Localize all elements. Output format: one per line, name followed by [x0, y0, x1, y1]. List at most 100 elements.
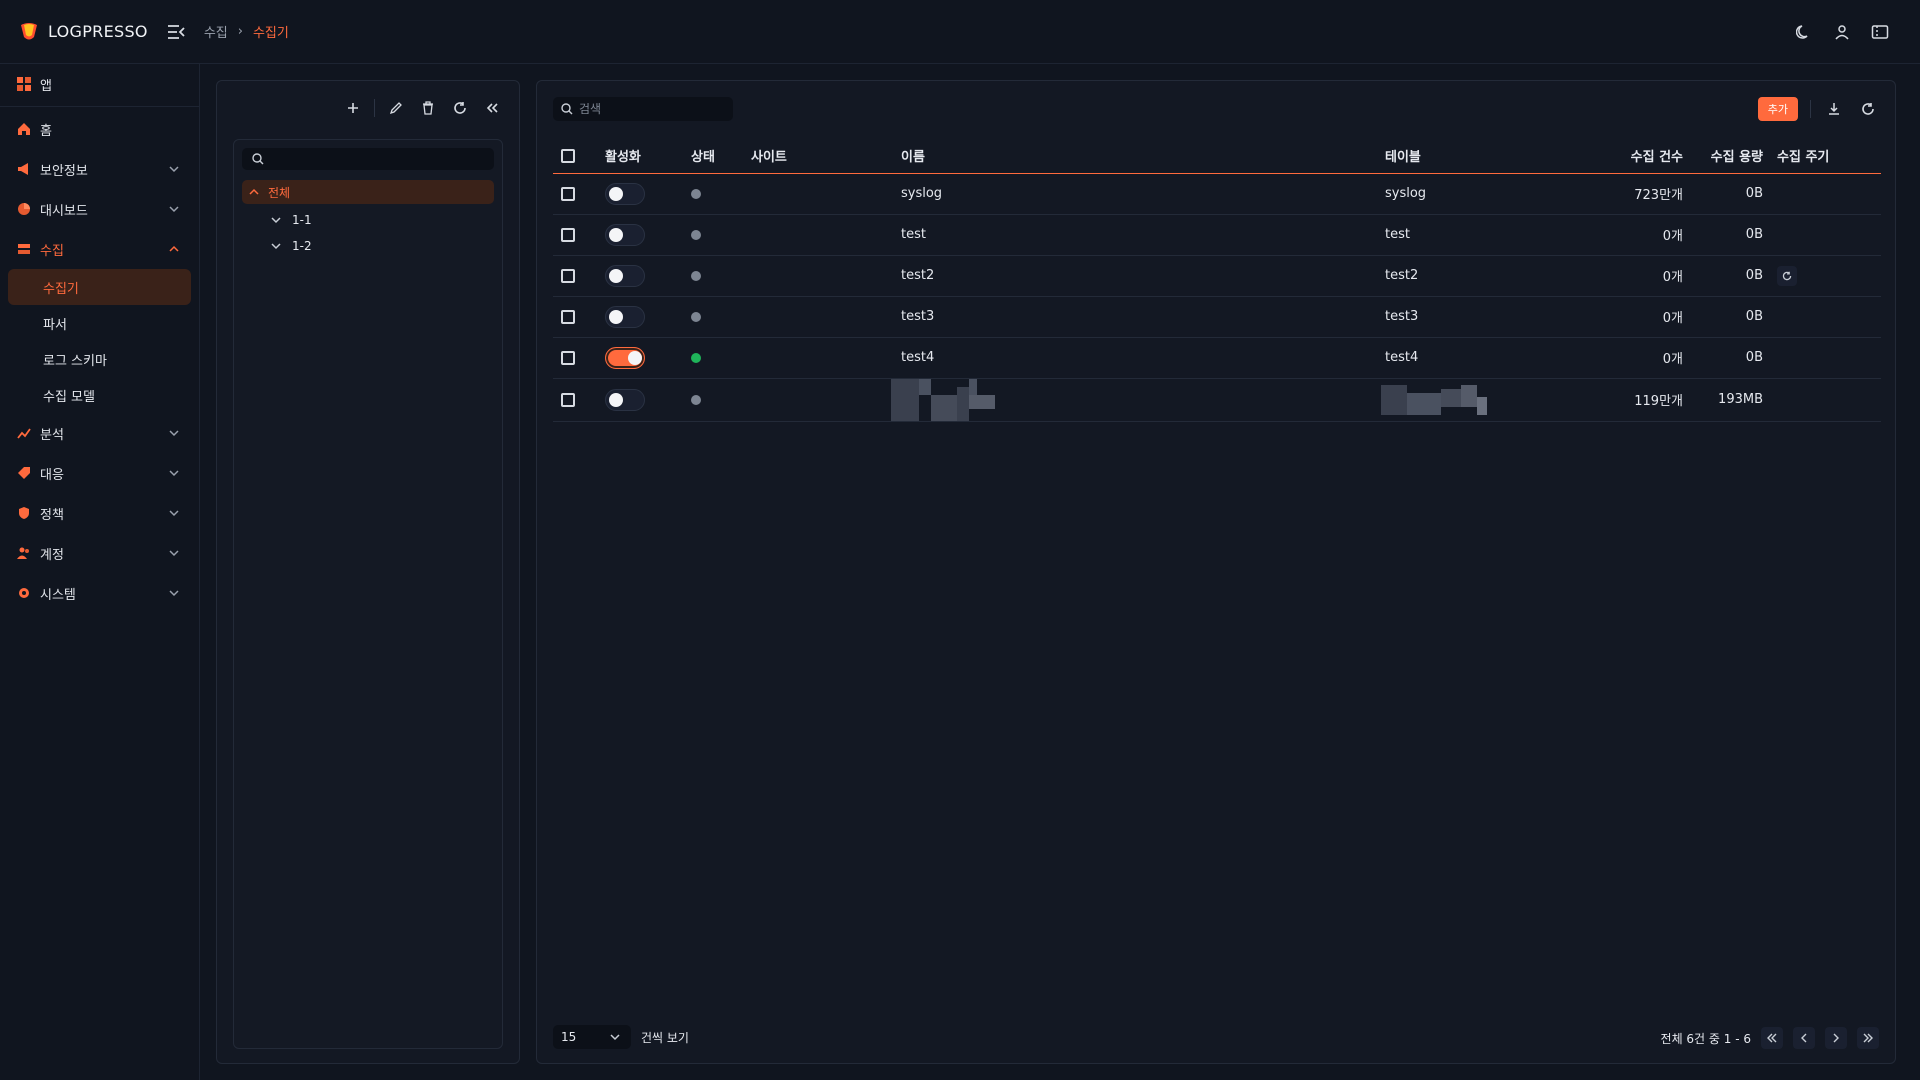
sidebar-subitem-log-schema[interactable]: 로그 스키마	[0, 341, 199, 377]
sidebar-item-account[interactable]: 계정	[0, 533, 199, 573]
site-cell	[751, 378, 901, 421]
page-size-label: 건씩 보기	[641, 1030, 689, 1045]
chevron-up-icon	[167, 242, 181, 256]
table-row[interactable]: test3 test3 0개 0B	[553, 296, 1881, 337]
menu-collapse-icon[interactable]	[166, 22, 186, 42]
sidebar-item-analysis[interactable]: 분석	[0, 413, 199, 453]
column-header-interval[interactable]: 수집 주기	[1763, 139, 1881, 173]
redacted-name	[891, 378, 995, 421]
sidebar-subitem-collector[interactable]: 수집기	[8, 269, 191, 305]
enable-toggle[interactable]	[605, 346, 645, 369]
tree-node-label: 1-1	[292, 213, 312, 227]
edit-icon[interactable]	[385, 97, 407, 119]
table-row[interactable]: test2 test2 0개 0B	[553, 255, 1881, 296]
row-checkbox[interactable]	[561, 392, 575, 407]
search-input[interactable]	[579, 102, 729, 116]
logo-mark-icon	[18, 21, 40, 43]
toolbar-divider	[1810, 100, 1811, 118]
name-cell[interactable]: test2	[901, 255, 1385, 296]
collector-table: 활성화 상태 사이트 이름 테이블 수집 건수 수집 용량 수집 주기 sysl…	[553, 139, 1881, 422]
row-checkbox[interactable]	[561, 309, 575, 324]
chevron-right-icon: ›	[237, 24, 243, 39]
chevron-down-icon	[167, 162, 181, 176]
ticket-icon[interactable]	[1868, 20, 1892, 44]
column-header-enabled[interactable]: 활성화	[605, 139, 691, 173]
page-size-select[interactable]: 15	[553, 1025, 631, 1049]
breadcrumb-parent[interactable]: 수집	[204, 22, 228, 41]
tree-node[interactable]: 1-1	[270, 208, 312, 232]
plus-icon[interactable]	[342, 97, 364, 119]
sidebar-item-collect[interactable]: 수집	[0, 229, 199, 269]
pie-chart-icon	[16, 201, 32, 217]
next-page-icon[interactable]	[1825, 1027, 1847, 1049]
chevron-down-icon	[609, 1031, 621, 1043]
logo[interactable]: LOGPRESSO	[18, 21, 148, 43]
refresh-icon[interactable]	[1777, 265, 1797, 286]
chevron-down-icon	[167, 506, 181, 520]
row-checkbox[interactable]	[561, 268, 575, 283]
enable-toggle[interactable]	[605, 223, 645, 246]
prev-page-icon[interactable]	[1793, 1027, 1815, 1049]
sidebar-subitem-parser[interactable]: 파서	[0, 305, 199, 341]
count-cell: 0개	[1662, 229, 1683, 244]
column-header-site[interactable]: 사이트	[751, 139, 901, 173]
chevron-down-icon	[167, 426, 181, 440]
collector-list-panel: 추가 활성화 상태 사이트 이름 테이블 수집 건수 수집 용량 수집 주기	[536, 80, 1896, 1064]
sidebar-item-response[interactable]: 대응	[0, 453, 199, 493]
table-row[interactable]: test test 0개 0B	[553, 214, 1881, 255]
chevron-down-icon	[167, 586, 181, 600]
row-checkbox[interactable]	[561, 350, 575, 365]
enable-toggle[interactable]	[605, 388, 645, 411]
enable-toggle[interactable]	[605, 264, 645, 287]
tree-node-root[interactable]: 전체	[242, 180, 494, 204]
chevron-down-icon	[167, 202, 181, 216]
users-icon	[16, 545, 32, 561]
app-name: LOGPRESSO	[48, 22, 148, 41]
moon-icon[interactable]	[1792, 20, 1816, 44]
sidebar-item-policy[interactable]: 정책	[0, 493, 199, 533]
table-row[interactable]: 119만개 193MB	[553, 378, 1881, 421]
collapse-double-chevron-icon[interactable]	[481, 97, 503, 119]
trash-icon[interactable]	[417, 97, 439, 119]
column-header-table[interactable]: 테이블	[1385, 139, 1579, 173]
column-header-size[interactable]: 수집 용량	[1683, 139, 1763, 173]
toggle-knob	[628, 350, 642, 365]
add-button[interactable]: 추가	[1757, 97, 1798, 121]
select-all-checkbox[interactable]	[561, 148, 575, 163]
name-cell[interactable]	[891, 378, 1385, 421]
row-checkbox[interactable]	[561, 227, 575, 242]
sidebar-item-apps[interactable]: 앱	[0, 64, 199, 104]
column-header-count[interactable]: 수집 건수	[1579, 139, 1683, 173]
sidebar-subitem-collect-model[interactable]: 수집 모델	[0, 377, 199, 413]
tree-search	[242, 148, 494, 170]
sidebar-item-home[interactable]: 홈	[0, 109, 199, 149]
refresh-icon[interactable]	[1857, 98, 1879, 120]
first-page-icon[interactable]	[1761, 1027, 1783, 1049]
enable-toggle[interactable]	[605, 305, 645, 328]
column-header-name[interactable]: 이름	[901, 139, 1385, 173]
sidebar-item-system[interactable]: 시스템	[0, 573, 199, 613]
refresh-icon[interactable]	[449, 97, 471, 119]
chevron-up-icon	[248, 186, 260, 198]
sidebar-item-security-info[interactable]: 보안정보	[0, 149, 199, 189]
column-header-status[interactable]: 상태	[691, 139, 751, 173]
count-cell: 119만개	[1634, 394, 1683, 409]
user-icon[interactable]	[1830, 20, 1854, 44]
enable-toggle[interactable]	[605, 182, 645, 205]
table-row[interactable]: test4 test4 0개 0B	[553, 337, 1881, 378]
tree-node[interactable]: 1-2	[270, 234, 312, 258]
size-cell: 0B	[1745, 309, 1763, 324]
name-cell[interactable]: test3	[901, 296, 1385, 337]
table-cell: test	[1385, 227, 1410, 242]
name-cell[interactable]: test4	[901, 337, 1385, 378]
sidebar-item-dashboard[interactable]: 대시보드	[0, 189, 199, 229]
row-checkbox[interactable]	[561, 186, 575, 201]
last-page-icon[interactable]	[1857, 1027, 1879, 1049]
table-row[interactable]: syslog syslog 723만개 0B	[553, 173, 1881, 214]
toggle-knob	[609, 392, 623, 407]
name-cell[interactable]: test	[901, 214, 1385, 255]
name-cell[interactable]: syslog	[901, 173, 1385, 214]
tree-search-input[interactable]	[270, 152, 490, 166]
page-size-control: 15 건씩 보기	[553, 1025, 689, 1049]
download-icon[interactable]	[1823, 98, 1845, 120]
